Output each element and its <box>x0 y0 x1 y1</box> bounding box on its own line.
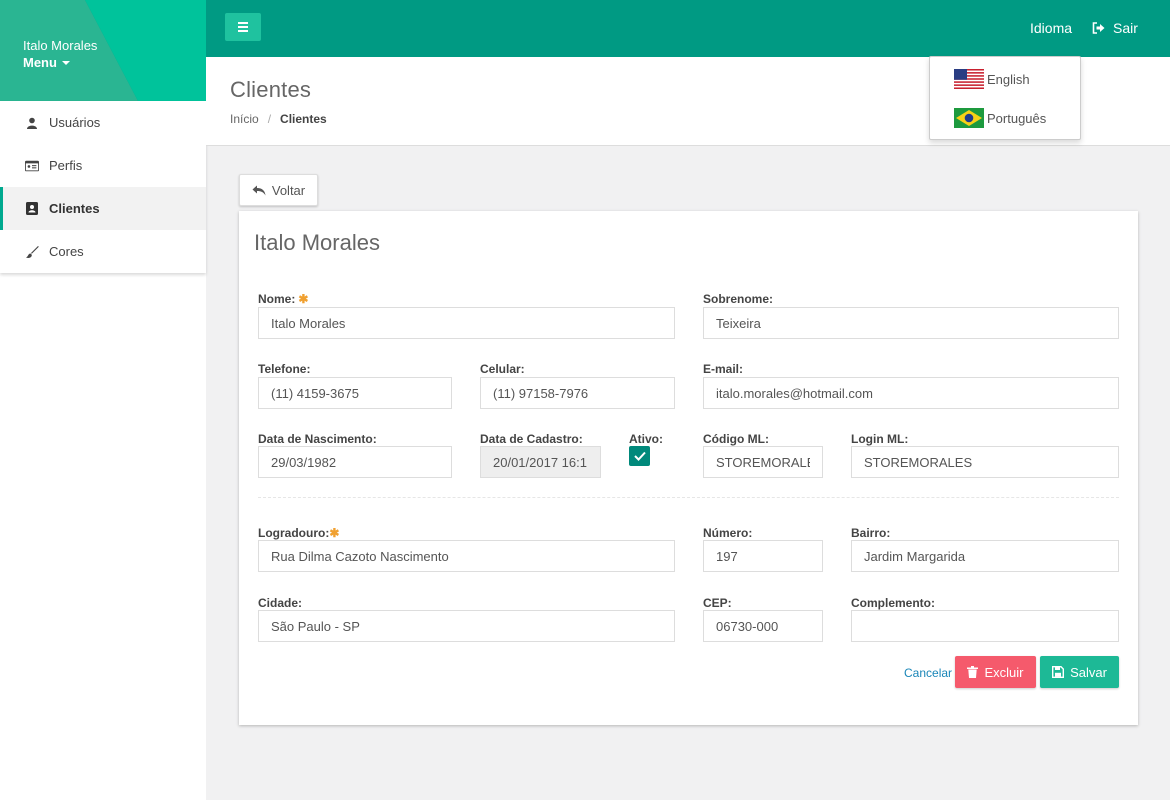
nome-label: Nome: ✱ <box>258 292 309 306</box>
breadcrumb-separator: / <box>267 112 272 126</box>
email-input[interactable] <box>703 377 1119 409</box>
sidebar-item-usuarios[interactable]: Usuários <box>0 101 206 144</box>
ativo-checkbox[interactable] <box>629 446 650 466</box>
email-label: E-mail: <box>703 362 744 376</box>
sobrenome-input[interactable] <box>703 307 1119 339</box>
logradouro-label: Logradouro:✱ <box>258 526 340 540</box>
codigo-ml-input[interactable] <box>703 446 823 478</box>
brazil-flag-icon <box>954 108 984 128</box>
hamburger-menu-button[interactable] <box>225 13 261 41</box>
sidebar-header: Italo Morales Menu <box>0 0 206 101</box>
paint-brush-icon <box>25 245 39 259</box>
form-title: Italo Morales <box>254 230 380 255</box>
sidebar-item-clientes[interactable]: Clientes <box>0 187 206 230</box>
data-nascimento-input[interactable] <box>258 446 452 478</box>
cidade-label: Cidade: <box>258 596 303 610</box>
sign-out-icon <box>1092 22 1105 34</box>
user-menu-toggle[interactable]: Menu <box>23 54 70 71</box>
login-ml-input[interactable] <box>851 446 1119 478</box>
logout-button[interactable]: Sair <box>1092 20 1138 36</box>
numero-input[interactable] <box>703 540 823 572</box>
language-dropdown: English Português <box>929 56 1081 140</box>
data-cadastro-label: Data de Cadastro: <box>480 432 583 446</box>
ativo-label: Ativo: <box>629 432 663 446</box>
sobrenome-label: Sobrenome: <box>703 292 774 306</box>
delete-button[interactable]: Excluir <box>955 656 1036 688</box>
us-flag-icon <box>954 69 984 89</box>
telefone-label: Telefone: <box>258 362 311 376</box>
bairro-input[interactable] <box>851 540 1119 572</box>
codigo-ml-label: Código ML: <box>703 432 769 446</box>
delete-button-label: Excluir <box>984 664 1024 680</box>
user-name: Italo Morales <box>23 38 98 53</box>
breadcrumb-current: Clientes <box>280 112 327 126</box>
client-form-card: Italo Morales Nome:✱ Sobrenome: Telefone… <box>239 211 1138 725</box>
floppy-disk-icon <box>1052 666 1065 678</box>
back-button[interactable]: Voltar <box>239 174 318 206</box>
celular-label: Celular: <box>480 362 525 376</box>
complemento-input[interactable] <box>851 610 1119 642</box>
user-icon <box>25 116 39 130</box>
breadcrumb-home-link[interactable]: Início <box>230 112 259 126</box>
page-title: Clientes <box>230 77 312 102</box>
language-menu-toggle[interactable]: Idioma <box>1030 20 1072 36</box>
logout-label: Sair <box>1113 20 1138 36</box>
trash-icon <box>967 666 979 678</box>
language-option-portugues[interactable]: Português <box>954 108 1046 128</box>
complemento-label: Complemento: <box>851 596 935 610</box>
nome-input[interactable] <box>258 307 675 339</box>
data-cadastro-input <box>480 446 601 478</box>
sidebar-item-label: Cores <box>49 244 84 259</box>
cidade-input[interactable] <box>258 610 675 642</box>
sidebar-item-label: Usuários <box>49 115 101 130</box>
sidebar-item-label: Clientes <box>49 201 100 216</box>
top-bar: Idioma Sair <box>206 0 1170 57</box>
required-marker: ✱ <box>329 526 340 540</box>
sidebar-item-label: Perfis <box>49 158 83 173</box>
language-option-label: Português <box>987 110 1047 126</box>
sidebar: Italo Morales Menu Usuários Perfis Clien… <box>0 0 206 800</box>
cep-input[interactable] <box>703 610 823 642</box>
telefone-input[interactable] <box>258 377 452 409</box>
id-card-icon <box>25 159 39 173</box>
section-divider <box>258 497 1119 498</box>
reply-arrow-icon <box>252 185 266 195</box>
caret-down-icon <box>61 60 70 65</box>
checkmark-icon <box>633 451 646 461</box>
login-ml-label: Login ML: <box>851 432 909 446</box>
required-marker: ✱ <box>298 292 309 306</box>
user-menu-label: Menu <box>23 55 57 70</box>
numero-label: Número: <box>703 526 753 540</box>
data-nascimento-label: Data de Nascimento: <box>258 432 377 446</box>
save-button[interactable]: Salvar <box>1040 656 1119 688</box>
language-option-label: English <box>987 71 1030 87</box>
save-button-label: Salvar <box>1070 664 1107 680</box>
cep-label: CEP: <box>703 596 732 610</box>
bairro-label: Bairro: <box>851 526 891 540</box>
back-button-label: Voltar <box>271 182 306 198</box>
contact-book-icon <box>25 202 39 216</box>
logradouro-input[interactable] <box>258 540 675 572</box>
sidebar-item-perfis[interactable]: Perfis <box>0 144 206 187</box>
sidebar-nav: Usuários Perfis Clientes Cores <box>0 101 206 273</box>
sidebar-item-cores[interactable]: Cores <box>0 230 206 273</box>
cancel-link[interactable]: Cancelar <box>904 666 952 680</box>
language-option-english[interactable]: English <box>954 69 1030 89</box>
celular-input[interactable] <box>480 377 675 409</box>
breadcrumb: Início / Clientes <box>230 112 327 126</box>
